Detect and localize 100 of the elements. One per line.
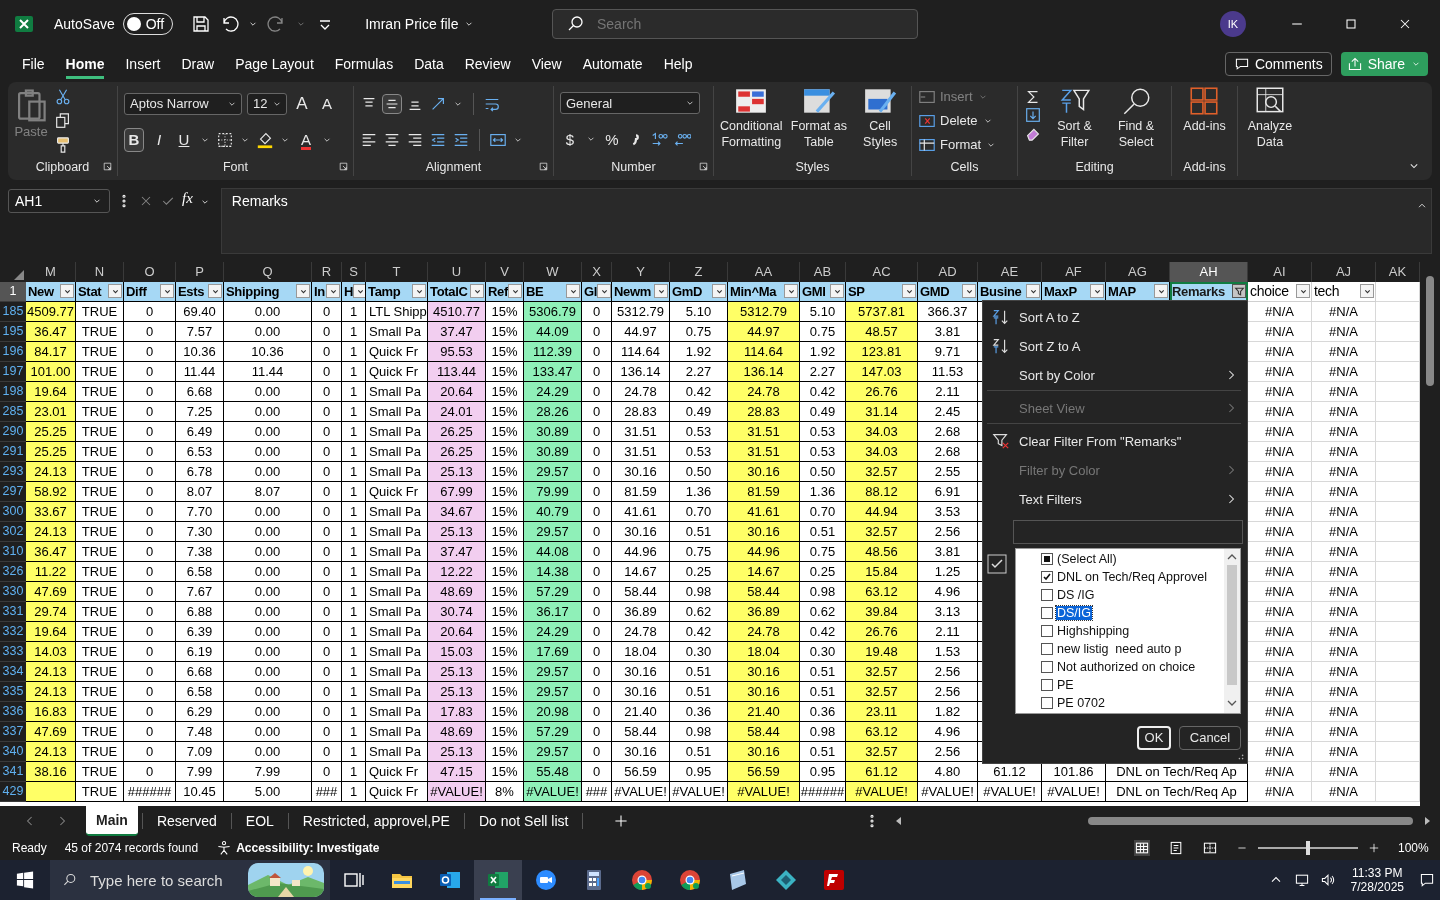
column-letter[interactable]: AE: [978, 261, 1042, 282]
row-number[interactable]: 285: [0, 401, 26, 422]
font-family-field[interactable]: Aptos Narrow: [124, 92, 242, 115]
sheet-tab[interactable]: Do not Sell list: [468, 806, 579, 837]
row-number[interactable]: 330: [0, 581, 26, 602]
page-layout-icon[interactable]: [1168, 840, 1184, 857]
ribbon-tab[interactable]: File: [22, 48, 45, 79]
font-color-button[interactable]: A: [296, 127, 316, 152]
column-letter[interactable]: AH: [1170, 261, 1248, 282]
checkbox[interactable]: [1041, 642, 1053, 655]
scrollbar[interactable]: [1224, 548, 1240, 713]
insert-function-button[interactable]: fx: [182, 189, 193, 207]
formula-field[interactable]: Remarks: [220, 187, 1432, 254]
clock[interactable]: 11:33 PM 7/28/2025: [1350, 866, 1404, 894]
menu-item[interactable]: Text Filters: [987, 484, 1241, 514]
ribbon-tab[interactable]: Draw: [181, 48, 215, 79]
ribbon-tab[interactable]: Data: [414, 48, 444, 79]
ribbon-tab[interactable]: Home: [65, 48, 105, 79]
column-letter[interactable]: Z: [670, 261, 728, 282]
row-number[interactable]: 336: [0, 701, 26, 722]
ribbon-tab[interactable]: View: [531, 48, 562, 79]
row-number[interactable]: 197: [0, 361, 26, 382]
column-letter[interactable]: N: [76, 261, 124, 282]
checkbox[interactable]: [1041, 624, 1053, 637]
column-letter[interactable]: Y: [612, 261, 670, 282]
filter-button[interactable]: [508, 284, 523, 299]
normal-view-icon[interactable]: [1134, 840, 1150, 857]
column-letter[interactable]: AJ: [1312, 261, 1376, 282]
number-format-field[interactable]: General: [560, 92, 700, 115]
ribbon-tab[interactable]: Page Layout: [235, 48, 314, 79]
document-title[interactable]: Imran Price file: [365, 15, 475, 32]
italic-button[interactable]: I: [149, 127, 169, 152]
comments-button[interactable]: Comments: [1224, 51, 1332, 76]
filter-value[interactable]: Highshipping: [1041, 621, 1224, 640]
filter-button[interactable]: [1090, 284, 1104, 299]
sheet-tab[interactable]: Reserved: [146, 806, 227, 837]
zoom-in-icon[interactable]: [1368, 842, 1380, 855]
filter-button[interactable]: [654, 284, 668, 299]
font-size-field[interactable]: 12: [247, 92, 287, 115]
row-number[interactable]: 335: [0, 681, 26, 702]
slider-thumb[interactable]: [1306, 841, 1310, 856]
checkbox[interactable]: [1041, 588, 1053, 601]
filter-button[interactable]: [60, 284, 74, 299]
menu-item[interactable]: Sort by Color: [987, 360, 1241, 391]
ribbon-button[interactable]: Cell Styles: [855, 85, 905, 150]
filter-button[interactable]: [326, 284, 340, 299]
filter-button[interactable]: [296, 284, 310, 299]
column-letter[interactable]: W: [524, 261, 582, 282]
column-letter[interactable]: R: [312, 261, 342, 282]
filter-button[interactable]: [784, 284, 798, 299]
column-letter[interactable]: Q: [224, 261, 312, 282]
filter-button[interactable]: [412, 284, 426, 299]
ribbon-button[interactable]: Sort & Filter: [1048, 85, 1102, 150]
filter-value[interactable]: DS/IG: [1041, 603, 1224, 622]
column-letter[interactable]: O: [124, 261, 176, 282]
cancel-button[interactable]: Cancel: [1179, 725, 1241, 750]
column-letter[interactable]: T: [366, 261, 428, 282]
filter-button[interactable]: [1026, 284, 1040, 299]
filter-value[interactable]: (Select All): [1041, 549, 1224, 568]
sheet-tab[interactable]: EOL: [235, 806, 284, 837]
column-letter[interactable]: P: [176, 261, 224, 282]
bold-button[interactable]: B: [124, 127, 144, 152]
filter-button[interactable]: [712, 284, 726, 299]
row-number[interactable]: 198: [0, 381, 26, 402]
menu-item[interactable]: Sort Z to A: [987, 331, 1241, 361]
filter-value[interactable]: DNL on Tech/Req Approvel: [1041, 567, 1224, 586]
filter-button[interactable]: [108, 284, 122, 299]
borders-icon[interactable]: [216, 130, 234, 149]
row-number[interactable]: 290: [0, 421, 26, 442]
filter-value[interactable]: DS /IG: [1041, 585, 1224, 604]
fill-color-icon[interactable]: [256, 130, 274, 149]
ribbon-tab[interactable]: Review: [464, 48, 511, 79]
column-letter[interactable]: S: [342, 261, 366, 282]
filter-button[interactable]: [353, 284, 365, 299]
network-icon[interactable]: [1293, 872, 1310, 888]
row-number[interactable]: 310: [0, 541, 26, 562]
ribbon-button[interactable]: Find & Select: [1107, 85, 1165, 150]
zoom-level[interactable]: 100%: [1398, 841, 1428, 856]
dialog-launcher-icon[interactable]: [698, 161, 709, 173]
ok-button[interactable]: OK: [1137, 725, 1171, 750]
filter-value[interactable]: PE: [1041, 675, 1224, 694]
column-letter[interactable]: X: [582, 261, 612, 282]
resize-grip-icon[interactable]: [1237, 752, 1245, 761]
sheet-tab[interactable]: Main: [86, 806, 138, 837]
checkbox[interactable]: [1041, 606, 1053, 619]
row-number[interactable]: 334: [0, 661, 26, 682]
horizontal-scrollbar[interactable]: [894, 816, 1432, 827]
ribbon-button[interactable]: Conditional Formatting: [720, 85, 783, 150]
volume-icon[interactable]: [1319, 872, 1336, 888]
analyze-data-button[interactable]: Analyze Data: [1244, 85, 1296, 150]
column-letter[interactable]: M: [26, 261, 76, 282]
ribbon-button[interactable]: Delete: [918, 111, 1011, 130]
row-number[interactable]: 340: [0, 741, 26, 762]
fill-icon[interactable]: [1024, 105, 1042, 124]
checkbox[interactable]: [1041, 570, 1053, 583]
middle-align-icon[interactable]: [383, 94, 401, 113]
underline-button[interactable]: U: [174, 127, 194, 152]
row-number[interactable]: 185: [0, 301, 26, 322]
ribbon-tab[interactable]: Help: [663, 48, 693, 79]
menu-item[interactable]: Sort A to Z: [987, 302, 1241, 332]
